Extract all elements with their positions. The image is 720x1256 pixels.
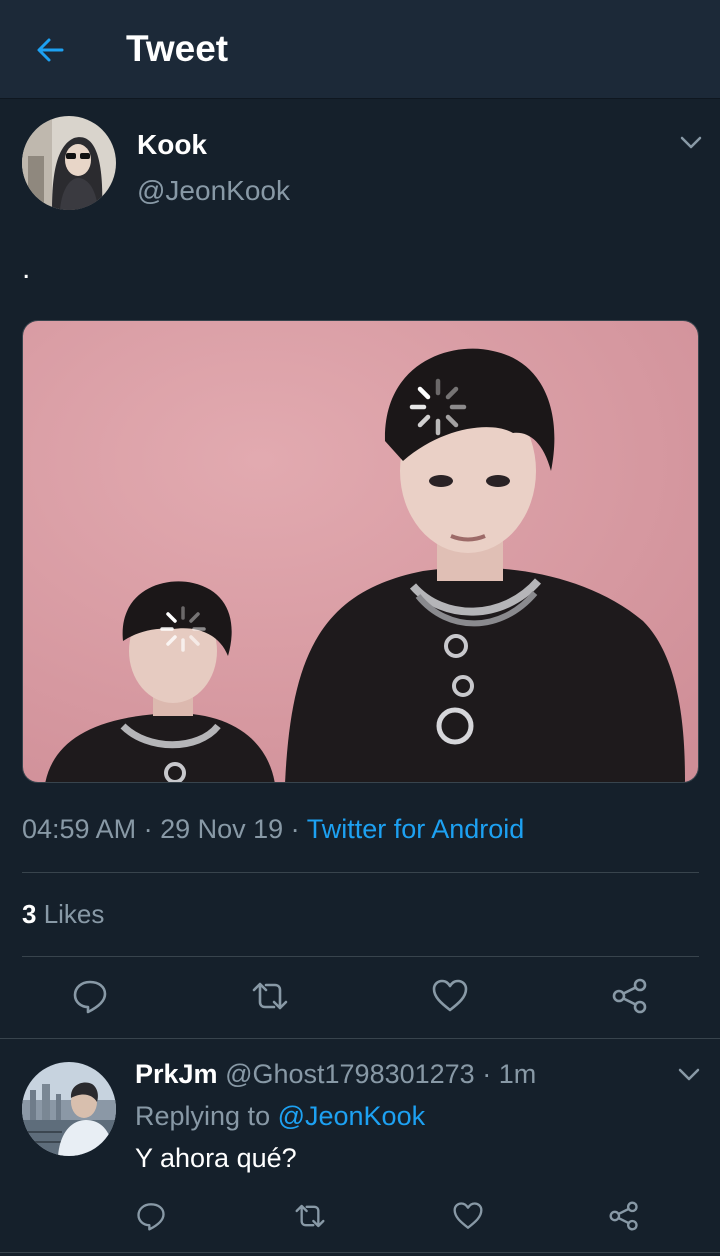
likes-stat[interactable]: 3 Likes — [22, 899, 104, 930]
meta-separator: · — [474, 1059, 499, 1089]
reply-like-button[interactable] — [450, 1198, 486, 1234]
page-title: Tweet — [126, 28, 229, 69]
reply-options-button[interactable] — [674, 1060, 704, 1090]
reply-header: PrkJm @Ghost1798301273 · 1m — [135, 1059, 536, 1090]
reply-retweet-button[interactable] — [292, 1198, 328, 1234]
section-divider — [0, 1252, 720, 1253]
tweet-timestamp: 04:59 AM · 29 Nov 19 · Twitter for Andro… — [22, 814, 524, 845]
like-button[interactable] — [428, 974, 472, 1018]
reply-share-button[interactable] — [606, 1198, 642, 1234]
reply-text: Y ahora qué? — [135, 1143, 297, 1173]
back-arrow-icon — [37, 38, 64, 62]
reply-time-ago: 1m — [498, 1059, 537, 1089]
tweet-time: 04:59 AM — [22, 814, 137, 844]
replying-to-label: Replying to — [135, 1101, 278, 1131]
section-divider — [0, 1038, 720, 1039]
top-app-bar: Tweet — [0, 0, 720, 99]
likes-label: Likes — [36, 899, 105, 929]
chevron-down-icon — [680, 136, 702, 149]
chevron-down-icon — [678, 1068, 700, 1081]
back-button[interactable] — [30, 30, 70, 70]
replying-to: Replying to @JeonKook — [135, 1101, 425, 1132]
retweet-icon — [295, 1204, 325, 1228]
retweet-icon — [252, 982, 288, 1010]
tweet-date: 29 Nov 19 — [160, 814, 284, 844]
like-icon — [432, 979, 468, 1012]
share-icon — [612, 978, 647, 1014]
author-avatar[interactable] — [22, 116, 116, 210]
share-icon — [609, 1201, 638, 1231]
reply-reply-button[interactable] — [133, 1198, 169, 1234]
reply-author-name[interactable]: PrkJm — [135, 1059, 218, 1089]
reply-author-handle[interactable]: @Ghost1798301273 — [225, 1059, 475, 1089]
tweet-text: . — [22, 252, 31, 285]
meta-separator: · — [136, 814, 161, 844]
replying-to-mention[interactable]: @JeonKook — [278, 1101, 426, 1131]
share-button[interactable] — [608, 974, 652, 1018]
likes-count: 3 — [22, 899, 37, 929]
like-icon — [453, 1202, 483, 1229]
tweet-options-button[interactable] — [676, 128, 706, 158]
tweet-source-link[interactable]: Twitter for Android — [307, 814, 525, 844]
divider — [22, 956, 699, 957]
author-name[interactable]: Kook — [137, 129, 207, 161]
tweet-media[interactable] — [22, 320, 699, 783]
reply-button[interactable] — [68, 974, 112, 1018]
divider — [22, 872, 699, 873]
meta-separator: · — [283, 814, 307, 844]
author-handle[interactable]: @JeonKook — [137, 175, 290, 207]
reply-icon — [73, 980, 107, 1014]
reply-author-avatar[interactable] — [22, 1062, 116, 1156]
reply-icon — [137, 1203, 165, 1231]
retweet-button[interactable] — [248, 974, 292, 1018]
